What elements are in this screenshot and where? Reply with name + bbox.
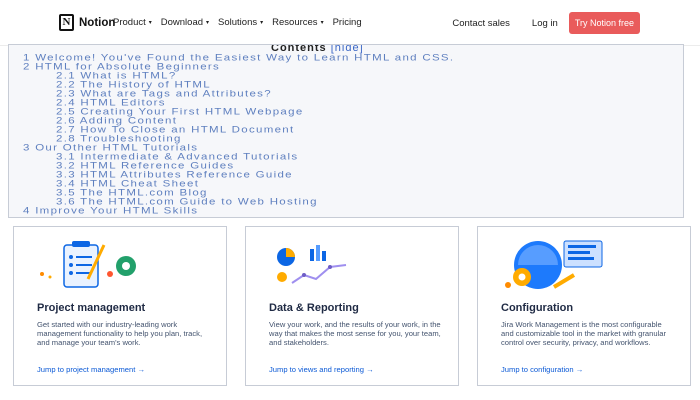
toc-item[interactable]: 2.6 Adding Content bbox=[23, 117, 673, 126]
toc-item[interactable]: 1 Welcome! You've Found the Easiest Way … bbox=[23, 54, 673, 63]
toc-item[interactable]: 3.1 Intermediate & Advanced Tutorials bbox=[23, 153, 673, 162]
card-description: Get started with our industry-leading wo… bbox=[37, 320, 203, 348]
toc-item[interactable]: 3.4 HTML Cheat Sheet bbox=[23, 180, 673, 189]
menu-solutions[interactable]: Solutions ▾ bbox=[218, 17, 263, 28]
toc-item[interactable]: 4 Improve Your HTML Skills bbox=[23, 207, 673, 216]
jump-to-configuration-link[interactable]: Jump to configuration → bbox=[501, 365, 583, 374]
configuration-card: Configuration Jira Work Management is th… bbox=[477, 226, 691, 386]
data-reporting-card: Data & Reporting View your work, and the… bbox=[245, 226, 459, 386]
toc-item[interactable]: 3.2 HTML Reference Guides bbox=[23, 162, 673, 171]
project-management-card: Project management Get started with our … bbox=[13, 226, 227, 386]
table-of-contents: Contents [hide] 1 Welcome! You've Found … bbox=[8, 44, 684, 218]
jump-to-project-management-link[interactable]: Jump to project management → bbox=[37, 365, 145, 374]
toc-item[interactable]: 3 Our Other HTML Tutorials bbox=[23, 144, 673, 153]
notion-logo[interactable]: N Notion bbox=[59, 14, 115, 31]
toc-item[interactable]: 3.5 The HTML.com Blog bbox=[23, 189, 673, 198]
chevron-down-icon: ▾ bbox=[260, 20, 264, 26]
chevron-down-icon: ▾ bbox=[206, 20, 210, 26]
toc-item[interactable]: 2.4 HTML Editors bbox=[23, 99, 673, 108]
clipboard-gear-icon bbox=[40, 241, 136, 288]
toc-item[interactable]: 2.8 Troubleshooting bbox=[23, 135, 673, 144]
toc-item[interactable]: 2.1 What is HTML? bbox=[23, 72, 673, 81]
main-menu: Product ▾ Download ▾ Solutions ▾ Resources ▾… bbox=[113, 17, 362, 28]
toc-item[interactable]: 3.6 The HTML.com Guide to Web Hosting bbox=[23, 198, 673, 207]
top-navigation: N Notion Product ▾ Download ▾ Solutions ▾ R… bbox=[0, 0, 700, 46]
menu-pricing[interactable]: Pricing bbox=[333, 17, 362, 28]
jump-to-views-and-reporting-link[interactable]: Jump to views and reporting → bbox=[269, 365, 374, 374]
chevron-down-icon: ▾ bbox=[320, 20, 324, 26]
card-description: View your work, and the results of your … bbox=[269, 320, 441, 348]
log-in-link[interactable]: Log in bbox=[532, 18, 558, 29]
toc-item[interactable]: 2.7 How To Close an HTML Document bbox=[23, 126, 673, 135]
menu-product[interactable]: Product ▾ bbox=[113, 17, 152, 28]
chevron-down-icon: ▾ bbox=[148, 20, 152, 26]
nav-actions: Contact sales Log in Try Notion free bbox=[452, 12, 640, 34]
menu-resources[interactable]: Resources ▾ bbox=[272, 17, 323, 28]
card-title: Project management bbox=[37, 302, 146, 314]
card-description: Jira Work Management is the most configu… bbox=[501, 320, 667, 348]
card-title: Data & Reporting bbox=[269, 302, 359, 314]
card-title: Configuration bbox=[501, 302, 574, 314]
notion-logo-icon: N bbox=[59, 14, 74, 31]
toc-item[interactable]: 3.3 HTML Attributes Reference Guide bbox=[23, 171, 673, 180]
try-notion-free-button[interactable]: Try Notion free bbox=[568, 12, 640, 34]
toc-item[interactable]: 2.3 What are Tags and Attributes? bbox=[23, 90, 673, 99]
menu-download[interactable]: Download ▾ bbox=[161, 17, 209, 28]
toc-list: 1 Welcome! You've Found the Easiest Way … bbox=[23, 54, 673, 217]
brand-name: Notion bbox=[79, 16, 116, 29]
globe-gear-icon bbox=[505, 240, 603, 289]
toc-item[interactable]: 2.5 Creating Your First HTML Webpage bbox=[23, 108, 673, 117]
toc-item[interactable]: 2.2 The History of HTML bbox=[23, 81, 673, 90]
toc-item[interactable]: 2 HTML for Absolute Beginners bbox=[23, 63, 673, 72]
contact-sales-link[interactable]: Contact sales bbox=[452, 18, 510, 29]
chart-icon bbox=[277, 245, 347, 284]
